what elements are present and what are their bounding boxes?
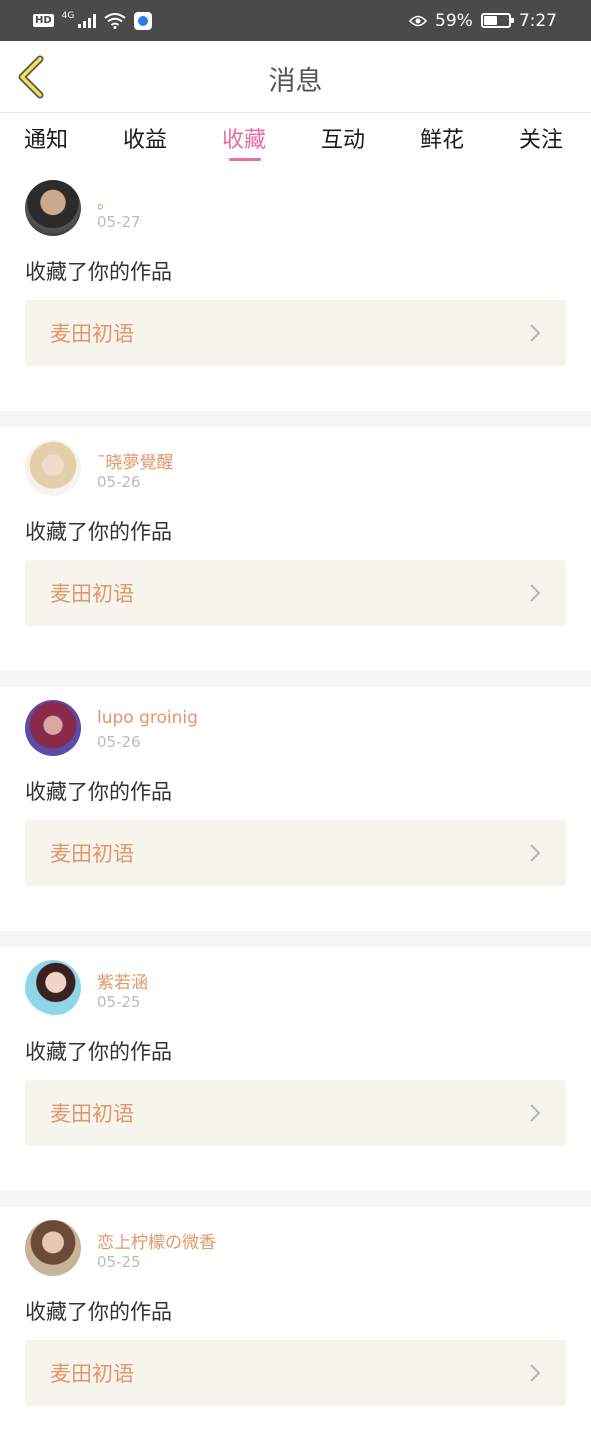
tab-notifications[interactable]: 通知 (24, 122, 68, 154)
status-bar: HD 4G 59% 7:27 (0, 0, 591, 41)
chevron-right-icon (530, 324, 541, 342)
tab-follows[interactable]: 关注 (519, 122, 563, 154)
action-text: 收藏了你的作品 (25, 260, 172, 284)
divider (0, 671, 591, 687)
chevron-right-icon (530, 844, 541, 862)
chevron-right-icon (530, 584, 541, 602)
username[interactable]: 紫若涵 (97, 968, 148, 993)
action-text: 收藏了你的作品 (25, 780, 172, 804)
date: 05-25 (97, 1253, 141, 1271)
work-card[interactable]: 麦田初语 (25, 1080, 566, 1146)
avatar[interactable] (25, 180, 81, 236)
work-card[interactable]: 麦田初语 (25, 560, 566, 626)
divider (0, 411, 591, 427)
date: 05-25 (97, 993, 141, 1011)
tab-favorites[interactable]: 收藏 (222, 122, 266, 154)
nav-header: 消息 (0, 41, 591, 113)
work-card[interactable]: 麦田初语 (25, 820, 566, 886)
chevron-right-icon (530, 1364, 541, 1382)
list-item: ˉ晓夢覺醒 05-26 收藏了你的作品 麦田初语 (0, 427, 591, 671)
list-item: 紫若涵 05-25 收藏了你的作品 麦田初语 (0, 947, 591, 1191)
avatar[interactable] (25, 700, 81, 756)
page-title: 消息 (268, 66, 323, 97)
username[interactable]: lupo groinig (97, 708, 198, 728)
hd-icon: HD (33, 14, 54, 27)
battery-percent: 59% (435, 10, 473, 31)
action-text: 收藏了你的作品 (25, 1300, 172, 1324)
date: 05-26 (97, 733, 141, 751)
work-title: 麦田初语 (50, 1102, 134, 1126)
status-bar-right: 59% 7:27 (409, 11, 557, 31)
baidu-app-icon (134, 11, 153, 30)
date: 05-26 (97, 473, 141, 491)
work-title: 麦田初语 (50, 1362, 134, 1386)
avatar[interactable] (25, 440, 81, 496)
work-card[interactable]: 麦田初语 (25, 300, 566, 366)
action-text: 收藏了你的作品 (25, 1040, 172, 1064)
divider (0, 1191, 591, 1207)
work-title: 麦田初语 (50, 842, 134, 866)
date: 05-27 (97, 213, 141, 231)
status-bar-left: HD 4G (33, 10, 153, 30)
eye-icon (409, 15, 428, 26)
work-title: 麦田初语 (50, 582, 134, 606)
clock: 7:27 (518, 10, 557, 31)
tab-earnings[interactable]: 收益 (123, 122, 167, 154)
avatar[interactable] (25, 960, 81, 1016)
avatar[interactable] (25, 1220, 81, 1276)
battery-icon (480, 13, 514, 28)
wifi-icon (104, 12, 126, 29)
divider (0, 931, 591, 947)
favorites-list: 。 05-27 收藏了你的作品 麦田初语 ˉ晓夢覺醒 05-26 收藏了你的作品… (0, 167, 591, 1451)
tab-interactions[interactable]: 互动 (321, 122, 365, 154)
action-text: 收藏了你的作品 (25, 520, 172, 544)
chevron-right-icon (530, 1104, 541, 1122)
username[interactable]: 恋上柠檬の微香 (97, 1228, 216, 1253)
battery-level (483, 16, 497, 25)
work-title: 麦田初语 (50, 322, 134, 346)
list-item: 。 05-27 收藏了你的作品 麦田初语 (0, 167, 591, 411)
tab-flowers[interactable]: 鲜花 (420, 122, 464, 154)
network-type: 4G (61, 10, 75, 21)
work-card[interactable]: 麦田初语 (25, 1340, 566, 1406)
signal-icon (78, 13, 97, 28)
tab-bar: 通知 收益 收藏 互动 鲜花 关注 (0, 114, 591, 166)
username[interactable]: ˉ晓夢覺醒 (97, 448, 174, 473)
active-tab-indicator (229, 158, 261, 161)
list-item: lupo groinig 05-26 收藏了你的作品 麦田初语 (0, 687, 591, 931)
list-item: 恋上柠檬の微香 05-25 收藏了你的作品 麦田初语 (0, 1207, 591, 1451)
username[interactable]: 。 (97, 188, 114, 213)
